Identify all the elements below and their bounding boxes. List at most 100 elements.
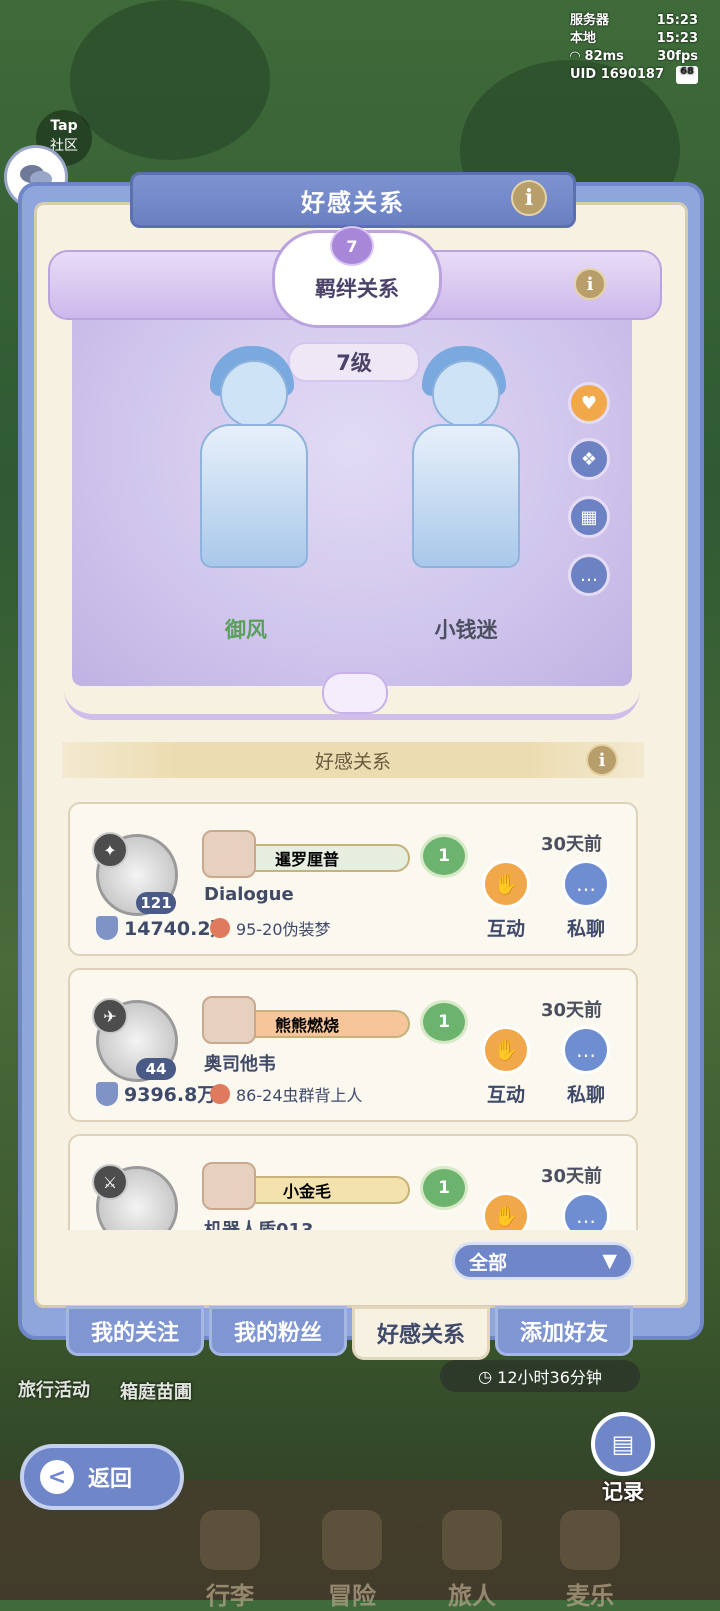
character-right bbox=[372, 330, 552, 590]
record-button[interactable]: ▤ 记录 bbox=[584, 1412, 662, 1508]
chat-label: 私聊 bbox=[566, 918, 605, 940]
interact-label: 互动 bbox=[486, 918, 525, 940]
header-info-icon[interactable]: i bbox=[511, 180, 547, 216]
friend-card: ⚔ 小金毛 机器人盾013 1 30天前 ✋ … bbox=[68, 1134, 638, 1230]
interact-button[interactable]: ✋ bbox=[482, 1192, 530, 1230]
bottom-nav-luggage[interactable]: 行李 bbox=[180, 1510, 280, 1611]
status-overlay: 服务器 15:23 本地 15:23 ◠ 82ms 30fps UID 1690187… bbox=[570, 12, 698, 84]
friend-card: ✈ 44 熊熊燃烧 奥司他韦 9396.8万 86-24虫群背上人 1 30天前… bbox=[68, 968, 638, 1122]
calendar-icon: ▦ bbox=[580, 506, 598, 528]
player-location: 86-24虫群背上人 bbox=[236, 1086, 363, 1105]
section-info-icon[interactable]: i bbox=[586, 744, 618, 776]
player-name: 奥司他韦 bbox=[204, 1054, 276, 1075]
fps-value: 30fps bbox=[657, 49, 698, 64]
bottom-nav-traveler[interactable]: 旅人 bbox=[422, 1510, 522, 1611]
sword-icon: ⚔ bbox=[92, 1164, 128, 1200]
heart-icon: ♥ bbox=[580, 392, 598, 414]
filter-selected: 全部 bbox=[469, 1251, 508, 1274]
bow-ornament bbox=[322, 672, 388, 714]
location-pin-icon bbox=[210, 918, 230, 938]
ping-value: 82ms bbox=[584, 49, 624, 64]
timer-text: 12小时36分钟 bbox=[497, 1368, 602, 1387]
panel-title: 好感关系 bbox=[301, 188, 405, 217]
player-name: 机器人盾013 bbox=[204, 1216, 314, 1230]
location-pin-icon bbox=[210, 1084, 230, 1104]
player-name: Dialogue bbox=[204, 884, 294, 905]
avatar-level: 44 bbox=[136, 1058, 176, 1080]
chevron-down-icon: ▼ bbox=[602, 1250, 617, 1272]
wifi-icon: ◠ bbox=[570, 49, 585, 64]
speech-bubble-icon: … bbox=[580, 564, 598, 586]
tab-following[interactable]: 我的关注 bbox=[66, 1306, 204, 1356]
battery-icon: 68 bbox=[676, 66, 698, 84]
timer-pill: ◷ 12小时36分钟 bbox=[440, 1360, 640, 1392]
heart-level-icon: 1 bbox=[420, 1000, 468, 1044]
shield-icon bbox=[96, 916, 118, 940]
friend-list[interactable]: ✦ 121 暹罗厘普 Dialogue 14740.2万 95-20伪装梦 1 … bbox=[66, 802, 640, 1230]
background-tree bbox=[70, 0, 270, 160]
uid-text: UID 1690187 bbox=[570, 67, 665, 82]
last-active-time: 30天前 bbox=[540, 1000, 602, 1021]
traveler-icon bbox=[442, 1510, 502, 1570]
private-chat-button[interactable]: … bbox=[562, 860, 610, 908]
shield-icon bbox=[96, 1082, 118, 1106]
local-time: 15:23 bbox=[656, 31, 698, 46]
bottom-nav-adventure[interactable]: 冒险 bbox=[302, 1510, 402, 1611]
private-chat-button[interactable]: … bbox=[562, 1026, 610, 1074]
tap-brand: Tap bbox=[50, 118, 78, 134]
speech-bubble-icon: … bbox=[576, 1038, 596, 1062]
heart-gift-button[interactable]: ♥ bbox=[568, 382, 610, 424]
interact-button[interactable]: ✋ bbox=[482, 1026, 530, 1074]
notebook-icon: ▤ bbox=[591, 1412, 655, 1476]
chat-label: 私聊 bbox=[566, 1084, 605, 1106]
tab-fans[interactable]: 我的粉丝 bbox=[209, 1306, 347, 1356]
server-time: 15:23 bbox=[656, 13, 698, 28]
avatar-level: 121 bbox=[136, 892, 176, 914]
speech-bubble-icon: … bbox=[576, 872, 596, 896]
title-decoration-icon bbox=[202, 996, 256, 1044]
handshake-icon: ✋ bbox=[493, 1038, 519, 1062]
bond-heart-level-icon: 7 bbox=[330, 226, 374, 266]
airplane-icon: ✈ bbox=[92, 998, 128, 1034]
gift-icon: ❖ bbox=[580, 448, 598, 470]
back-label: 返回 bbox=[88, 1467, 133, 1492]
heart-level-icon: 1 bbox=[420, 1166, 468, 1210]
luggage-icon bbox=[200, 1510, 260, 1570]
bond-title: 羁绊关系 bbox=[315, 277, 399, 301]
private-chat-button[interactable]: … bbox=[562, 1192, 610, 1230]
tab-affinity[interactable]: 好感关系 bbox=[352, 1306, 490, 1360]
friend-card: ✦ 121 暹罗厘普 Dialogue 14740.2万 95-20伪装梦 1 … bbox=[68, 802, 638, 956]
garden-label[interactable]: 箱庭苗圃 bbox=[120, 1378, 192, 1404]
heart-level-icon: 1 bbox=[420, 834, 468, 878]
player-location: 95-20伪装梦 bbox=[236, 920, 331, 939]
record-label: 记录 bbox=[602, 1480, 644, 1504]
swords-icon bbox=[322, 1510, 382, 1570]
title-decoration-icon bbox=[202, 830, 256, 878]
character-left bbox=[160, 330, 340, 590]
travel-activity-label[interactable]: 旅行活动 bbox=[18, 1376, 90, 1402]
handshake-icon: ✋ bbox=[493, 1204, 519, 1228]
local-label: 本地 bbox=[570, 31, 597, 46]
tab-add-friend[interactable]: 添加好友 bbox=[495, 1306, 633, 1356]
filter-dropdown[interactable]: 全部 ▼ bbox=[452, 1242, 634, 1280]
gift-button[interactable]: ❖ bbox=[568, 438, 610, 480]
title-decoration-icon bbox=[202, 1162, 256, 1210]
book-icon bbox=[560, 1510, 620, 1570]
section-bar: 好感关系 i bbox=[62, 742, 644, 778]
handshake-icon: ✋ bbox=[493, 872, 519, 896]
calendar-button[interactable]: ▦ bbox=[568, 496, 610, 538]
last-active-time: 30天前 bbox=[540, 1166, 602, 1187]
bond-info-icon[interactable]: i bbox=[574, 268, 606, 300]
last-active-time: 30天前 bbox=[540, 834, 602, 855]
message-button[interactable]: … bbox=[568, 554, 610, 596]
clock-icon: ◷ bbox=[478, 1366, 498, 1386]
back-button[interactable]: < 返回 bbox=[20, 1444, 184, 1510]
panel-header: 好感关系 i bbox=[130, 172, 576, 228]
speech-bubble-icon: … bbox=[576, 1204, 596, 1228]
compass-icon: ✦ bbox=[92, 832, 128, 868]
interact-button[interactable]: ✋ bbox=[482, 860, 530, 908]
back-arrow-icon: < bbox=[40, 1460, 74, 1494]
server-label: 服务器 bbox=[570, 13, 610, 28]
interact-label: 互动 bbox=[486, 1084, 525, 1106]
bottom-nav-maile[interactable]: 麦乐 bbox=[540, 1510, 640, 1611]
